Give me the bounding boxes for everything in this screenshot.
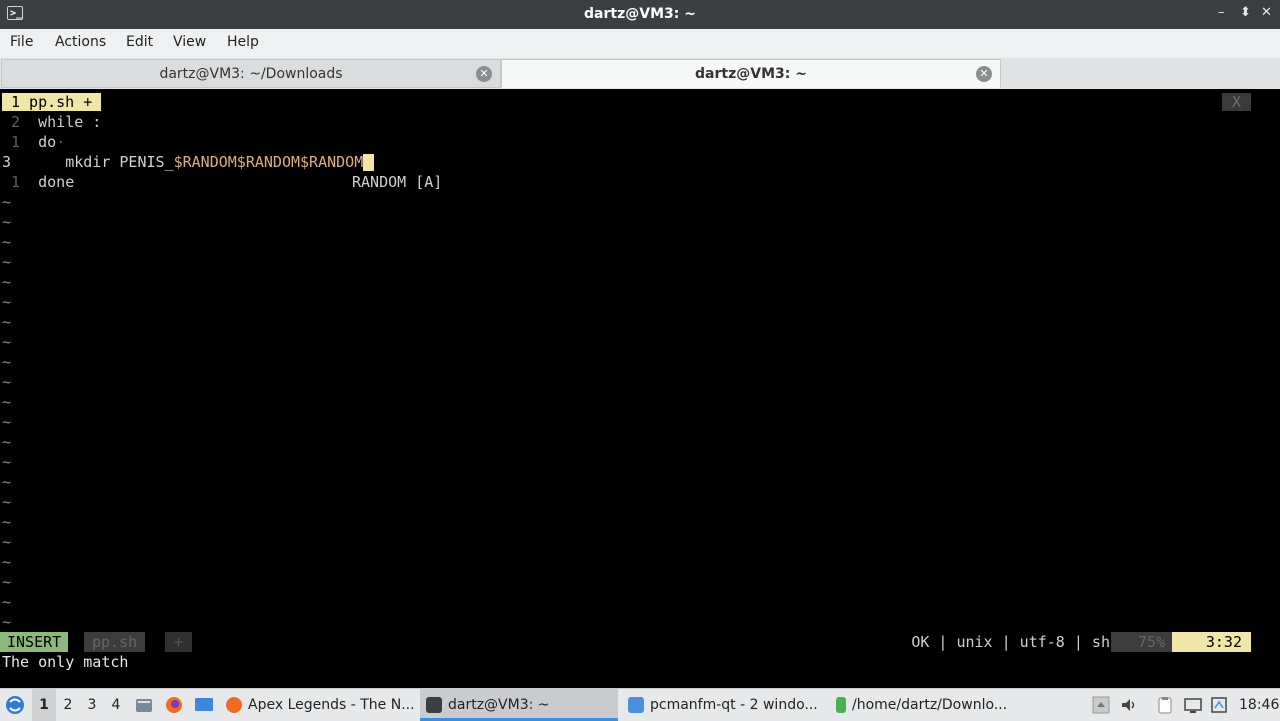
tilde-marker: ~ xyxy=(2,453,12,471)
command-line-message: The only match xyxy=(2,653,129,671)
text-cursor xyxy=(363,154,375,171)
code-line: 1 do· xyxy=(2,132,65,152)
tilde-marker: ~ xyxy=(2,253,12,271)
files-launcher-icon[interactable] xyxy=(135,696,153,714)
tilde-marker: ~ xyxy=(2,433,12,451)
completion-hint: RANDOM [A] xyxy=(352,173,443,191)
line-text: while : xyxy=(38,113,102,131)
tilde-marker: ~ xyxy=(2,473,12,491)
line-text: done xyxy=(38,173,75,191)
tilde-marker: ~ xyxy=(2,553,12,571)
taskbar: 1 2 3 4 Apex Legends - The N... dartz@VM… xyxy=(0,688,1280,721)
task-pcmanfm[interactable]: pcmanfm-qt - 2 windo... xyxy=(624,689,822,721)
tilde-marker: ~ xyxy=(2,213,12,231)
folder-icon xyxy=(628,697,644,713)
workspace-2[interactable]: 2 xyxy=(56,689,80,721)
tab-label: dartz@VM3: ~/Downloads xyxy=(159,66,343,82)
tab-label: dartz@VM3: ~ xyxy=(695,66,807,82)
file-manager-icon xyxy=(836,697,846,713)
tilde-marker: ~ xyxy=(2,513,12,531)
task-terminal[interactable]: dartz@VM3: ~ xyxy=(420,689,618,721)
tilde-marker: ~ xyxy=(2,193,12,211)
trailing-marker: · xyxy=(56,133,66,151)
line-number: 1 xyxy=(2,173,21,191)
workspace-4[interactable]: 4 xyxy=(104,689,128,721)
tab-close-icon[interactable]: ✕ xyxy=(476,66,492,82)
random-variables: $RANDOM$RANDOM$RANDOM xyxy=(173,153,364,171)
menu-file[interactable]: File xyxy=(10,34,33,50)
tilde-marker: ~ xyxy=(2,233,12,251)
workspace-3[interactable]: 3 xyxy=(80,689,104,721)
task-firefox[interactable]: Apex Legends - The N... xyxy=(222,689,418,721)
clock[interactable]: 18:46 xyxy=(1239,689,1279,721)
volume-icon[interactable] xyxy=(1120,696,1138,714)
task-file-manager[interactable]: /home/dartz/Downlo... xyxy=(832,689,1030,721)
menu-actions[interactable]: Actions xyxy=(55,34,106,50)
tilde-marker: ~ xyxy=(2,373,12,391)
screen-icon[interactable] xyxy=(1184,696,1202,714)
status-cursor-position: 3:32 xyxy=(1172,632,1251,652)
tilde-marker: ~ xyxy=(2,313,12,331)
line-text: mkdir PENIS_ xyxy=(29,153,174,171)
vim-close-tab-button[interactable]: X xyxy=(1222,93,1251,111)
tray-expand-icon[interactable] xyxy=(1092,696,1110,714)
tab-home[interactable]: dartz@VM3: ~ ✕ xyxy=(501,59,1001,88)
tilde-marker: ~ xyxy=(2,353,12,371)
menu-bar: File Actions Edit View Help xyxy=(0,29,1280,59)
start-menu-icon[interactable] xyxy=(4,695,26,715)
menu-view[interactable]: View xyxy=(173,34,206,50)
line-text: do xyxy=(38,133,57,151)
line-number: 3 xyxy=(2,153,30,171)
code-line: 1 done xyxy=(2,172,74,192)
tab-close-icon[interactable]: ✕ xyxy=(976,66,992,82)
workspace-1[interactable]: 1 xyxy=(32,689,56,721)
window-titlebar: >_ dartz@VM3: ~ – ⬍ ✕ xyxy=(0,0,1280,29)
firefox-launcher-icon[interactable] xyxy=(165,696,183,714)
vim-buffer-tab[interactable]: 1 pp.sh + xyxy=(2,93,102,111)
menu-edit[interactable]: Edit xyxy=(126,34,153,50)
tab-downloads[interactable]: dartz@VM3: ~/Downloads ✕ xyxy=(1,59,501,88)
task-label: Apex Legends - The N... xyxy=(248,697,415,713)
task-label: pcmanfm-qt - 2 windo... xyxy=(650,697,818,713)
close-window-button[interactable]: ✕ xyxy=(1261,5,1272,20)
tilde-marker: ~ xyxy=(2,593,12,611)
desktop-launcher-icon[interactable] xyxy=(194,696,214,714)
tilde-marker: ~ xyxy=(2,613,12,631)
tilde-marker: ~ xyxy=(2,293,12,311)
line-number: 1 xyxy=(2,133,21,151)
clipboard-icon[interactable] xyxy=(1156,696,1174,714)
tilde-marker: ~ xyxy=(2,573,12,591)
tilde-marker: ~ xyxy=(2,413,12,431)
status-modified-flag: + xyxy=(165,632,192,652)
status-percent: 75% xyxy=(1111,632,1172,652)
task-label: /home/dartz/Downlo... xyxy=(852,697,1008,713)
tilde-marker: ~ xyxy=(2,333,12,351)
firefox-icon xyxy=(226,697,242,713)
menu-help[interactable]: Help xyxy=(227,34,259,50)
status-filename: pp.sh xyxy=(84,632,146,652)
tilde-marker: ~ xyxy=(2,533,12,551)
code-line: 2 while : xyxy=(2,112,101,132)
maximize-button[interactable]: ⬍ xyxy=(1240,5,1251,20)
task-label: dartz@VM3: ~ xyxy=(448,697,550,713)
tilde-marker: ~ xyxy=(2,273,12,291)
terminal-icon xyxy=(426,697,442,713)
status-file-info: OK | unix | utf-8 | sh xyxy=(911,633,1110,651)
line-number: 2 xyxy=(2,113,21,131)
minimize-button[interactable]: – xyxy=(1218,5,1225,20)
tilde-marker: ~ xyxy=(2,493,12,511)
terminal-area[interactable]: 1 pp.sh + X 2 while : 1 do· 3 mkdir PENI… xyxy=(0,89,1280,685)
window-title: dartz@VM3: ~ xyxy=(584,6,696,22)
vim-statusline: INSERT pp.sh + OK | unix | utf-8 | sh 75… xyxy=(0,632,1280,652)
tilde-marker: ~ xyxy=(2,393,12,411)
code-line-current: 3 mkdir PENIS_$RANDOM$RANDOM$RANDOM xyxy=(2,152,375,172)
tab-bar: dartz@VM3: ~/Downloads ✕ dartz@VM3: ~ ✕ xyxy=(0,58,1280,89)
network-icon[interactable] xyxy=(1210,696,1228,714)
mode-indicator: INSERT xyxy=(0,632,69,652)
